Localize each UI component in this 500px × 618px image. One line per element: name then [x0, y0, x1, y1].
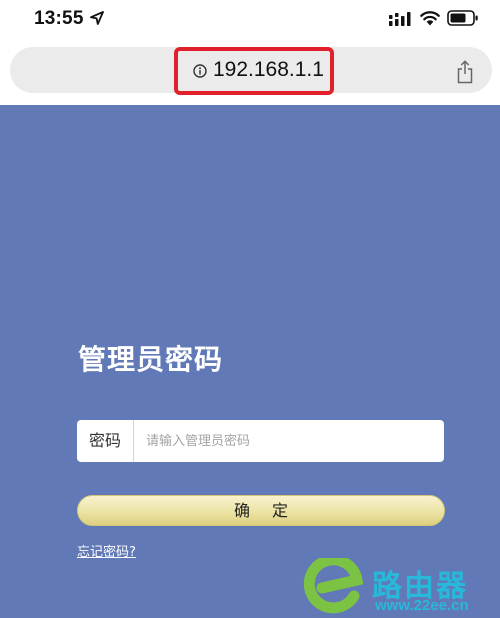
browser-toolbar: 192.168.1.1 [0, 38, 500, 105]
password-label: 密码 [77, 420, 134, 462]
share-icon[interactable] [456, 60, 474, 84]
status-time: 13:55 [34, 8, 84, 29]
status-bar: 13:55 [0, 0, 500, 38]
confirm-button[interactable]: 确定 [77, 495, 445, 526]
password-field-group: 密码 [77, 420, 444, 462]
password-input[interactable] [135, 420, 440, 462]
battery-icon [447, 10, 478, 26]
watermark-logo-icon [303, 558, 364, 614]
forgot-password-link[interactable]: 忘记密码? [77, 541, 136, 560]
wifi-icon [420, 11, 440, 26]
info-icon[interactable] [193, 64, 207, 78]
url-text[interactable]: 192.168.1.1 [213, 58, 324, 82]
location-arrow-icon [90, 11, 104, 25]
watermark-url: www.22ee.cn [375, 597, 469, 614]
page-title: 管理员密码 [78, 343, 224, 376]
cellular-signal-icon [389, 12, 411, 26]
